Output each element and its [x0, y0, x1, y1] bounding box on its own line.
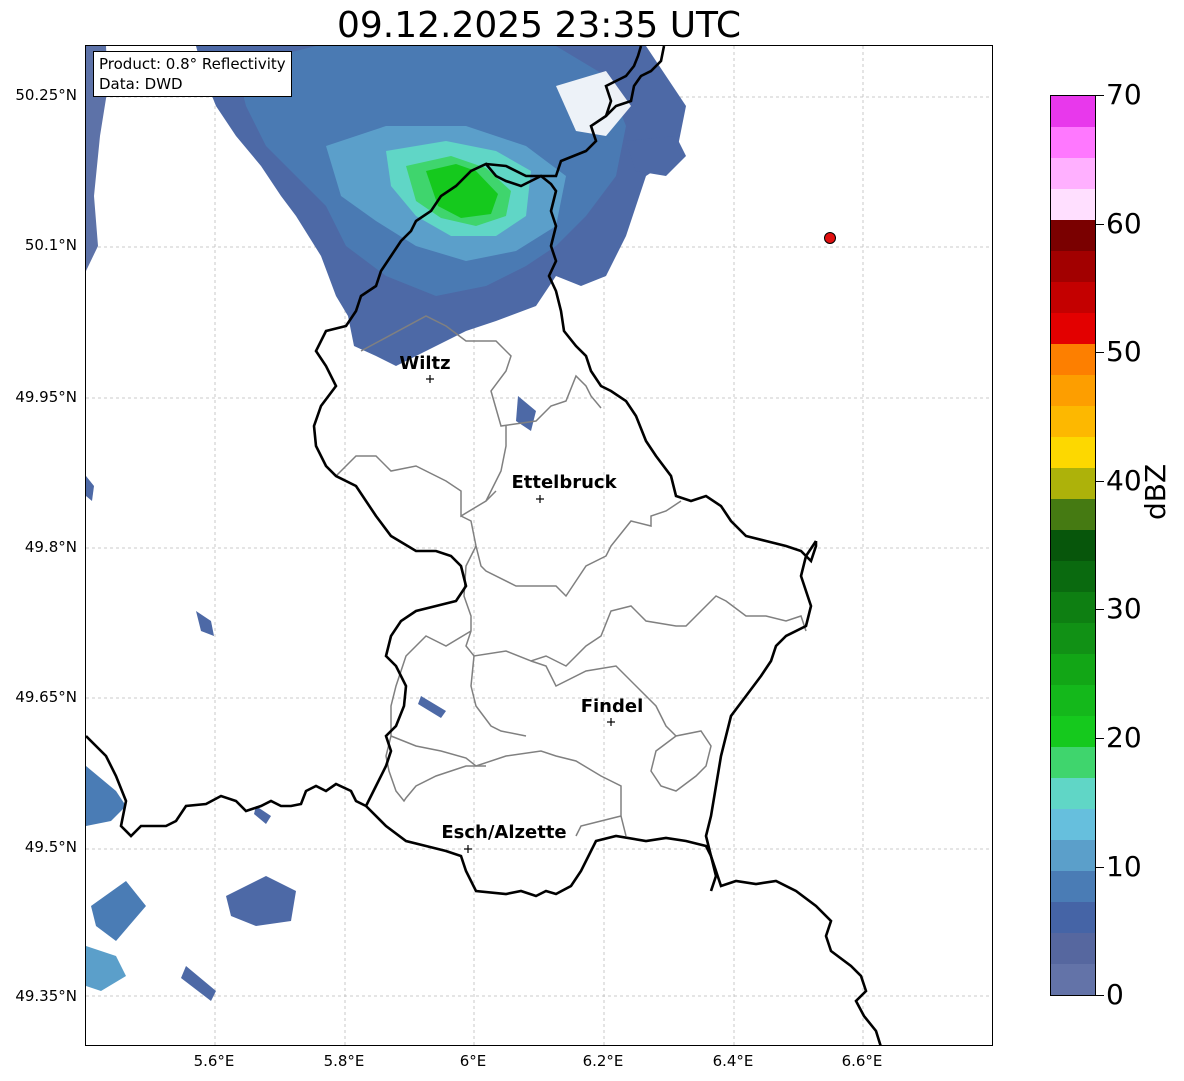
city-labels: Wiltz Ettelbruck Findel Esch/Alzette — [399, 353, 643, 843]
lon-label: 6°E — [459, 1052, 487, 1070]
lat-label: 49.5°N — [24, 838, 77, 856]
product-info-box: Product: 0.8° Reflectivity Data: DWD — [93, 51, 292, 97]
colorbar-tick — [1096, 481, 1104, 482]
colorbar-segment — [1051, 529, 1095, 561]
colorbar-segment — [1051, 436, 1095, 468]
map-title: 09.12.2025 23:35 UTC — [336, 5, 742, 46]
city-label-wiltz: Wiltz — [399, 353, 450, 374]
colorbar-segment — [1051, 963, 1095, 995]
colorbar-tick-label: 0 — [1106, 978, 1124, 1011]
lat-label: 49.65°N — [15, 688, 77, 706]
data-source-label: Data: DWD — [99, 75, 183, 93]
colorbar-tick-label: 60 — [1106, 207, 1142, 240]
colorbar-segment — [1051, 96, 1095, 127]
colorbar-tick — [1096, 995, 1104, 996]
lon-label: 5.8°E — [323, 1052, 365, 1070]
colorbar-title: dBZ — [1139, 463, 1172, 520]
lon-label: 6.6°E — [841, 1052, 883, 1070]
colorbar-segment — [1051, 653, 1095, 685]
colorbar-segment — [1051, 777, 1095, 809]
colorbar-tick — [1096, 224, 1104, 225]
colorbar-tick — [1096, 738, 1104, 739]
colorbar-segment — [1051, 591, 1095, 623]
radar-echoes — [86, 46, 686, 1001]
colorbar-tick-label: 10 — [1106, 850, 1142, 883]
colorbar-segment — [1051, 467, 1095, 499]
dbz-colorbar — [1050, 95, 1096, 996]
lon-label: 5.6°E — [193, 1052, 235, 1070]
lon-label: 6.4°E — [712, 1052, 754, 1070]
lat-label: 49.95°N — [15, 388, 77, 406]
colorbar-tick — [1096, 352, 1104, 353]
lon-label: 6.2°E — [582, 1052, 624, 1070]
colorbar-segment — [1051, 870, 1095, 902]
colorbar-segment — [1051, 808, 1095, 840]
lat-label: 50.25°N — [15, 86, 77, 104]
colorbar-segment — [1051, 157, 1095, 189]
colorbar-segment — [1051, 281, 1095, 313]
colorbar-segment — [1051, 219, 1095, 251]
city-label-esch-alzette: Esch/Alzette — [441, 822, 566, 843]
colorbar-tick — [1096, 867, 1104, 868]
colorbar-segment — [1051, 560, 1095, 592]
colorbar-segment — [1051, 498, 1095, 530]
colorbar-segment — [1051, 405, 1095, 437]
map-canvas: Wiltz Ettelbruck Findel Esch/Alzette — [86, 46, 992, 1045]
colorbar-segment — [1051, 126, 1095, 158]
colorbar-tick-label: 20 — [1106, 721, 1142, 754]
colorbar-segment — [1051, 684, 1095, 716]
colorbar-tick-label: 50 — [1106, 335, 1142, 368]
colorbar-tick — [1096, 95, 1104, 96]
city-label-ettelbruck: Ettelbruck — [511, 472, 617, 493]
colorbar-segment — [1051, 839, 1095, 871]
radar-map[interactable]: Wiltz Ettelbruck Findel Esch/Alzette — [85, 45, 993, 1046]
colorbar-segment — [1051, 932, 1095, 964]
colorbar-segment — [1051, 746, 1095, 778]
lat-label: 49.35°N — [15, 987, 77, 1005]
colorbar-segment — [1051, 343, 1095, 375]
colorbar-tick-label: 70 — [1106, 78, 1142, 111]
city-markers — [426, 375, 615, 853]
colorbar-segment — [1051, 312, 1095, 344]
product-label: Product: 0.8° Reflectivity — [99, 55, 286, 73]
colorbar-segment — [1051, 622, 1095, 654]
lat-label: 49.8°N — [24, 538, 77, 556]
colorbar-segment — [1051, 715, 1095, 747]
colorbar-segment — [1051, 374, 1095, 406]
colorbar-segment — [1051, 901, 1095, 933]
colorbar-tick-label: 30 — [1106, 592, 1142, 625]
city-label-findel: Findel — [581, 696, 644, 717]
colorbar-segment — [1051, 250, 1095, 282]
lat-label: 50.1°N — [24, 236, 77, 254]
colorbar-tick-label: 40 — [1106, 464, 1142, 497]
colorbar-tick — [1096, 609, 1104, 610]
canton-boundaries — [335, 315, 807, 837]
radar-site-marker — [824, 232, 836, 244]
colorbar-segment — [1051, 188, 1095, 220]
